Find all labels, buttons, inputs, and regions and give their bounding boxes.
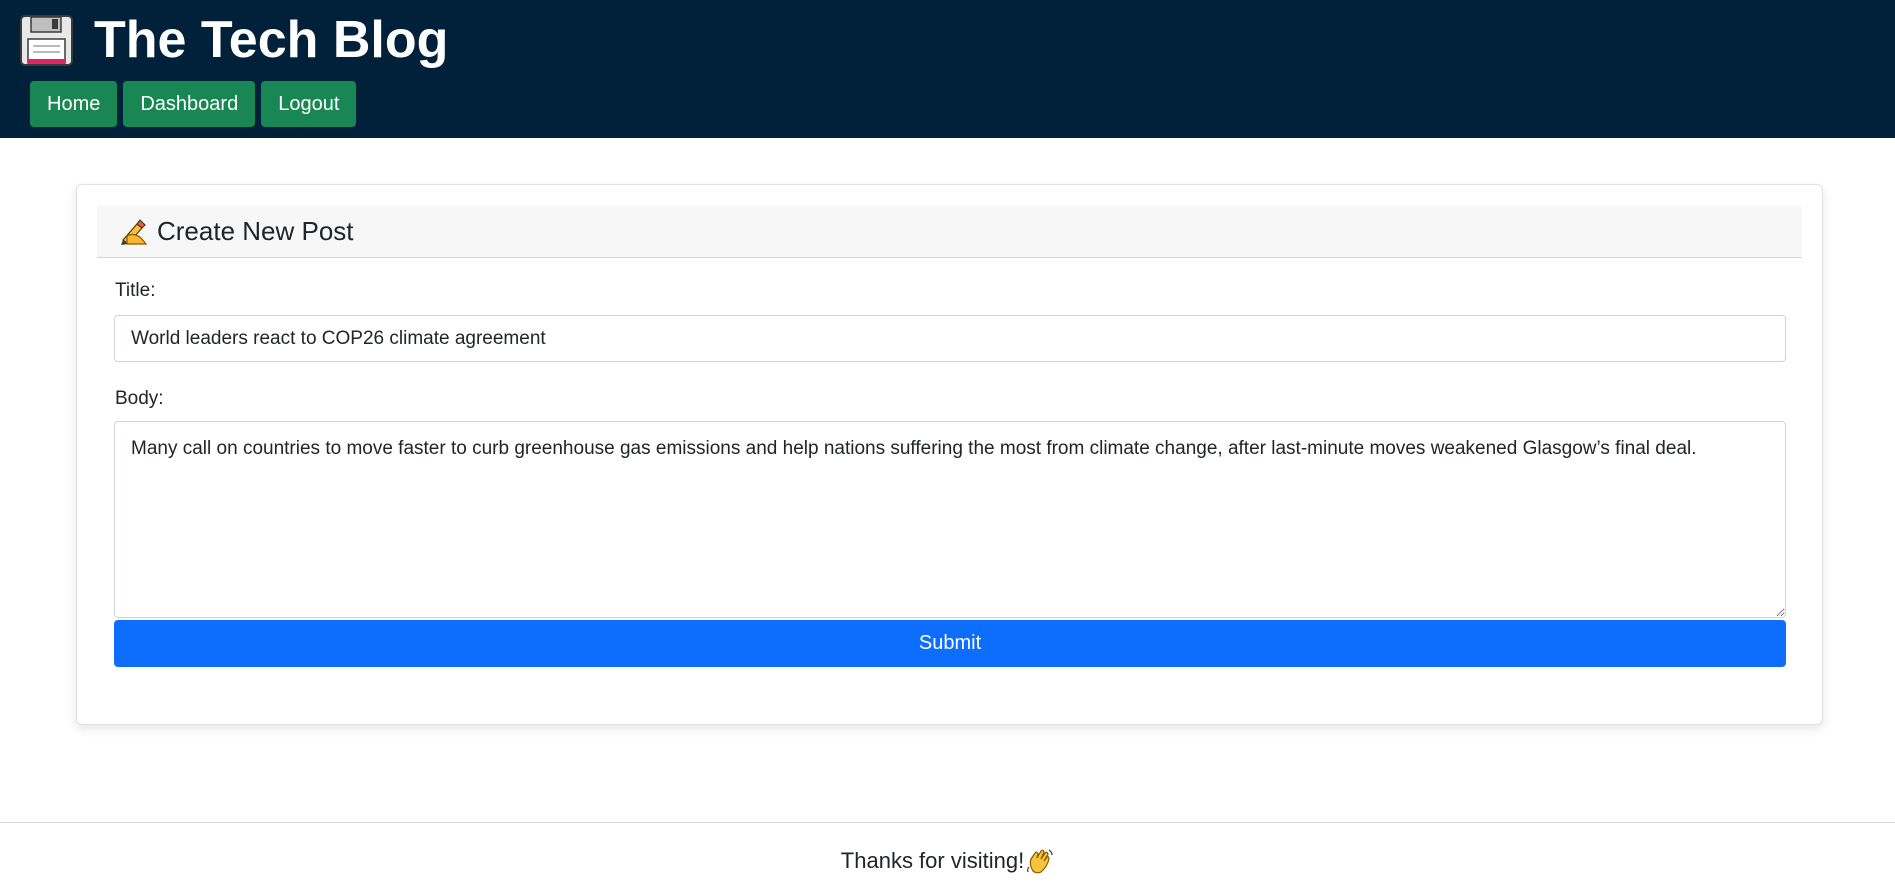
body-textarea[interactable]: Many call on countries to move faster to… [114, 421, 1786, 618]
footer-content: Thanks for visiting! [0, 847, 1895, 875]
site-title: The Tech Blog [94, 11, 449, 69]
page-title: Create New Post [157, 216, 354, 246]
card-header: Create New Post [97, 206, 1802, 258]
main-nav: Home Dashboard Logout [30, 81, 357, 127]
dashboard-button[interactable]: Dashboard [123, 81, 256, 127]
logout-button[interactable]: Logout [261, 81, 357, 127]
home-button[interactable]: Home [30, 81, 118, 127]
footer: Thanks for visiting! [0, 822, 1895, 888]
title-label: Title: [115, 280, 156, 301]
site-header: The Tech Blog Home Dashboard Logout [0, 0, 1895, 138]
brand: The Tech Blog [20, 12, 448, 68]
title-input[interactable] [114, 315, 1786, 362]
writing-hand-icon [121, 218, 148, 245]
new-post-card: Create New Post Title: Body: Many call o… [76, 184, 1823, 725]
footer-text: Thanks for visiting! [840, 848, 1025, 873]
floppy-disk-icon [20, 14, 73, 66]
body-label: Body: [115, 388, 164, 409]
waving-hand-icon [1027, 849, 1053, 874]
submit-button[interactable]: Submit [114, 620, 1786, 667]
